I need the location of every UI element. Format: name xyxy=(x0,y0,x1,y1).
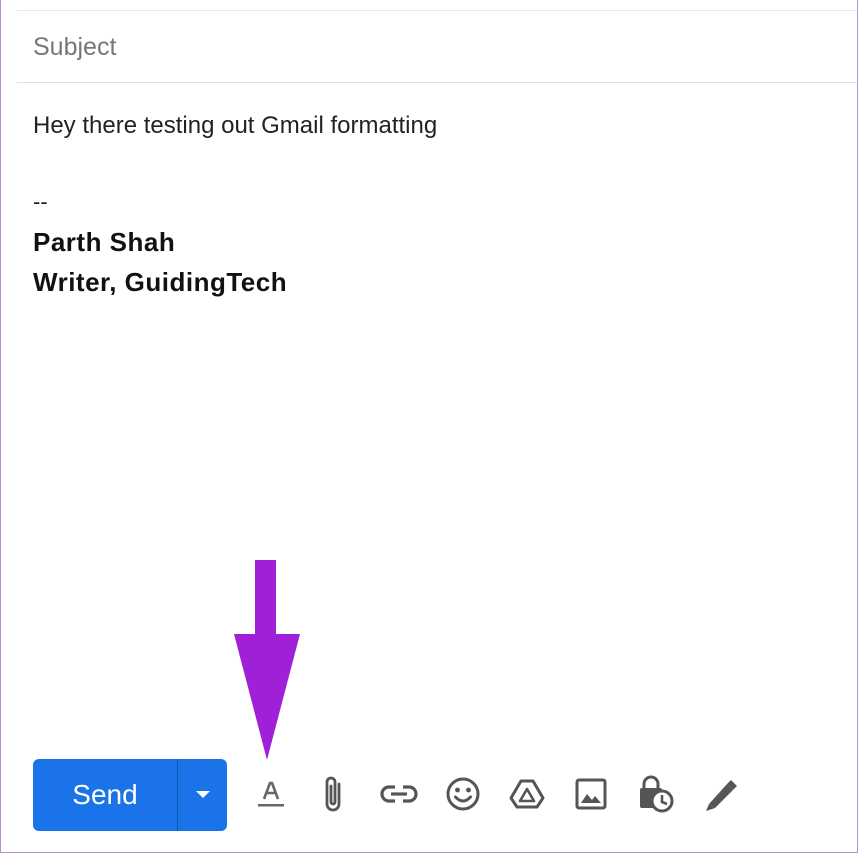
send-button[interactable]: Send xyxy=(33,759,177,831)
confidential-mode-button[interactable] xyxy=(631,770,679,818)
attach-file-button[interactable] xyxy=(310,770,358,818)
send-button-group: Send xyxy=(33,759,227,831)
subject-placeholder: Subject xyxy=(33,33,117,61)
more-send-options-button[interactable] xyxy=(178,759,227,831)
insert-emoji-icon xyxy=(446,777,480,811)
attach-file-icon xyxy=(325,776,341,812)
insert-link-icon xyxy=(380,785,418,803)
message-body[interactable]: Hey there testing out Gmail formatting -… xyxy=(33,106,841,302)
chevron-down-icon xyxy=(195,791,210,798)
subject-field[interactable]: Subject xyxy=(17,11,857,83)
formatting-options-button[interactable] xyxy=(247,770,295,818)
google-drive-button[interactable] xyxy=(503,770,551,818)
insert-link-button[interactable] xyxy=(375,770,423,818)
insert-signature-icon xyxy=(706,780,737,811)
insert-emoji-button[interactable] xyxy=(439,770,487,818)
signature-title: Writer, GuidingTech xyxy=(33,267,288,297)
insert-signature-button[interactable] xyxy=(695,770,743,818)
body-text: Hey there testing out Gmail formatting xyxy=(33,112,438,139)
google-drive-icon xyxy=(509,779,545,809)
annotation-arrow xyxy=(234,560,300,760)
insert-photo-icon xyxy=(575,778,607,810)
signature-name: Parth Shah xyxy=(33,227,176,257)
formatting-options-icon xyxy=(258,781,284,807)
signature-separator: -- xyxy=(33,189,48,214)
insert-photo-button[interactable] xyxy=(567,770,615,818)
compose-window: Subject Hey there testing out Gmail form… xyxy=(0,0,858,853)
confidential-mode-icon xyxy=(640,775,674,813)
